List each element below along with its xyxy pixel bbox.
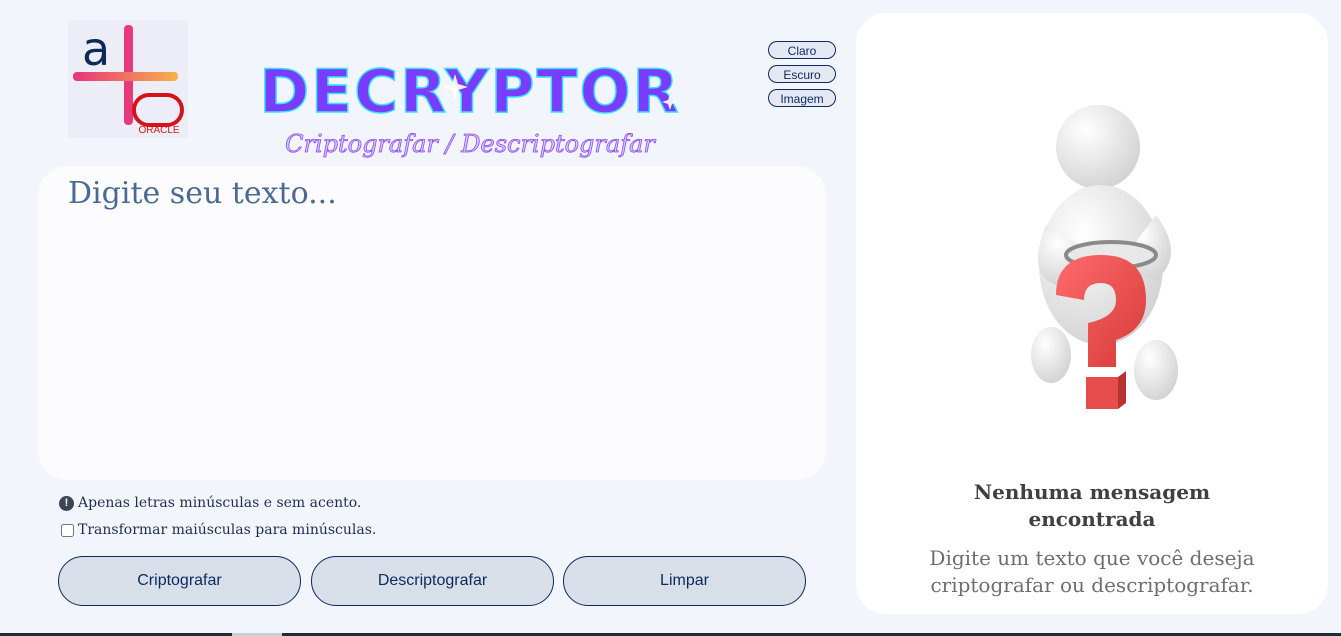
input-rules-notice: ! Apenas letras minúsculas e sem acento. (59, 495, 361, 511)
lowercase-label: Transformar maiúsculas para minúsculas. (78, 522, 377, 538)
no-message-title: Nenhuma mensagem encontrada (973, 480, 1211, 531)
searching-person-illustration (1016, 105, 1186, 415)
no-message-description: Digite um texto que você deseja criptogr… (929, 546, 1255, 597)
decrypt-button[interactable]: Descriptografar (311, 556, 554, 606)
exclamation-circle-icon: ! (59, 495, 74, 511)
theme-dark-button[interactable]: Escuro (768, 65, 836, 83)
theme-image-button[interactable]: Imagem (768, 89, 836, 107)
message-textarea[interactable] (38, 166, 826, 480)
lowercase-checkbox[interactable] (61, 523, 74, 537)
logo-letter: a (82, 22, 110, 76)
title-text: DECRYPTOR (259, 57, 680, 127)
theme-light-button[interactable]: Claro (768, 41, 836, 59)
encrypt-button[interactable]: Criptografar (58, 556, 301, 606)
notice-text: Apenas letras minúsculas e sem acento. (78, 495, 362, 511)
subtitle-text: Criptografar / Descriptografar (285, 130, 656, 158)
output-panel: Nenhuma mensagem encontrada Digite um te… (856, 13, 1328, 614)
app-title: DECRYPTOR Criptografar / Descriptografar (255, 56, 685, 166)
alura-oracle-logo: a ORACLE (68, 20, 188, 138)
lowercase-option[interactable]: Transformar maiúsculas para minúsculas. (61, 522, 376, 538)
clear-button[interactable]: Limpar (563, 556, 806, 606)
logo-oracle-text: ORACLE (138, 125, 179, 136)
